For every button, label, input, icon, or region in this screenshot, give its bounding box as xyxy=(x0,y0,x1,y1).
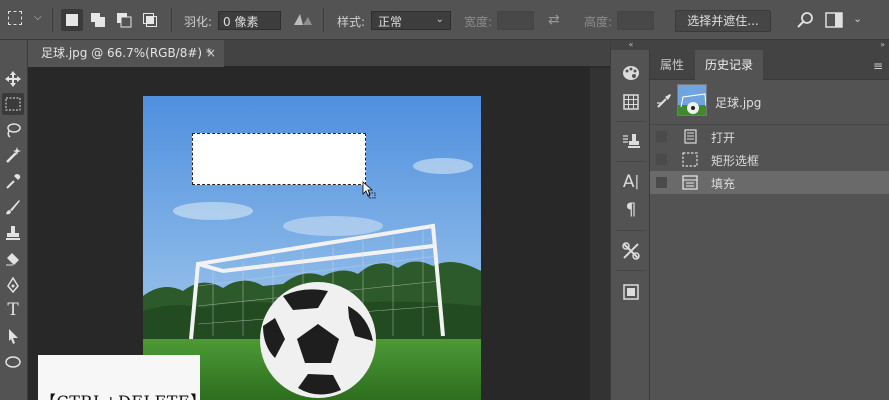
select-and-mask-button[interactable]: 选择并遮住... xyxy=(675,10,771,32)
history-source-checkbox[interactable] xyxy=(656,177,667,188)
tab-history[interactable]: 历史记录 xyxy=(695,50,764,80)
height-label: 高度: xyxy=(584,15,613,29)
document-tab[interactable]: 足球.jpg @ 66.7%(RGB/8#) * × xyxy=(28,40,224,67)
history-state-open[interactable]: 打开 xyxy=(650,125,889,148)
divider xyxy=(617,121,645,122)
divider xyxy=(171,8,172,32)
lasso-tool-icon[interactable] xyxy=(2,119,24,141)
marquee-icon xyxy=(682,152,698,167)
style-label: 样式: xyxy=(337,15,366,29)
color-palette-icon[interactable] xyxy=(619,61,643,85)
workspace-icon[interactable] xyxy=(825,11,843,32)
paragraph-icon[interactable]: ¶ xyxy=(619,198,643,222)
history-source-checkbox[interactable] xyxy=(656,131,667,142)
snapshot-thumbnail xyxy=(677,84,707,116)
divider xyxy=(617,161,645,162)
document-tab-bar: 足球.jpg @ 66.7%(RGB/8#) * × xyxy=(28,40,610,67)
anti-alias-icon[interactable] xyxy=(293,12,313,29)
style-select[interactable]: 正常 ⌄ xyxy=(371,11,451,30)
fill-icon xyxy=(682,175,698,190)
history-brush-source-icon[interactable] xyxy=(656,93,672,112)
tab-properties[interactable]: 属性 xyxy=(650,50,694,80)
options-bar: ⌵ 羽化: 0 像素 样式: 正常 ⌄ 宽度: ⇄ 高度: 选择并遮住... ⌄ xyxy=(0,0,889,40)
shortcut-hint-overlay: 【CTRL+DELETE】 xyxy=(38,355,206,400)
collapse-icon[interactable]: » xyxy=(650,40,889,50)
eraser-tool-icon[interactable] xyxy=(2,248,24,270)
shortcut-hint-text: 【CTRL+DELETE】 xyxy=(40,388,207,400)
document-icon xyxy=(682,129,698,144)
search-icon[interactable] xyxy=(797,11,815,32)
type-tool-icon[interactable]: T xyxy=(2,299,24,321)
move-tool-icon[interactable] xyxy=(2,68,24,90)
chevron-down-icon: ⌄ xyxy=(435,14,444,25)
canvas-scroll-region xyxy=(590,68,610,400)
eyedropper-tool-icon[interactable] xyxy=(2,170,24,192)
history-state-marquee[interactable]: 矩形选框 xyxy=(650,148,889,171)
clone-stamp-tool-icon[interactable] xyxy=(2,222,24,244)
add-to-selection-button[interactable] xyxy=(87,9,109,31)
rectangular-selection[interactable] xyxy=(192,133,366,185)
subtract-from-selection-button[interactable] xyxy=(113,9,135,31)
panel-icon-column: « A | ¶ xyxy=(610,40,651,400)
divider xyxy=(52,8,53,32)
snapshot-name: 足球.jpg xyxy=(715,96,762,110)
swatches-grid-icon[interactable] xyxy=(619,90,643,114)
panel-menu-icon[interactable]: ≡ xyxy=(873,59,883,73)
rectangle-marquee-tool-icon[interactable] xyxy=(2,93,24,115)
history-source-checkbox[interactable] xyxy=(656,154,667,165)
document-title: 足球.jpg @ 66.7%(RGB/8#) * xyxy=(41,46,212,60)
divider xyxy=(323,8,324,32)
history-state-fill[interactable]: 填充 xyxy=(650,171,889,194)
width-label: 宽度: xyxy=(464,15,493,29)
style-value: 正常 xyxy=(378,15,403,29)
rectangle-marquee-preset-icon[interactable] xyxy=(8,11,22,25)
history-state-name: 矩形选框 xyxy=(711,154,760,168)
divider xyxy=(617,230,645,231)
history-panel: » 属性 历史记录 ≡ 足球.jpg 打开 矩形选框 填充 xyxy=(650,40,889,400)
tools-panel: T xyxy=(0,40,28,400)
ellipse-tool-icon[interactable] xyxy=(2,350,24,372)
height-input[interactable] xyxy=(617,11,654,30)
character-icon[interactable]: A | xyxy=(619,170,643,194)
history-state-name: 填充 xyxy=(711,177,736,191)
layer-comps-icon[interactable] xyxy=(619,280,643,304)
collapse-icon[interactable]: « xyxy=(611,40,651,50)
marquee-cursor-icon xyxy=(362,181,378,202)
panel-tabs: 属性 历史记录 ≡ xyxy=(650,50,889,80)
history-state-name: 打开 xyxy=(711,131,736,145)
close-icon[interactable]: × xyxy=(206,40,216,67)
chevron-down-icon[interactable]: ⌄ xyxy=(853,12,862,25)
swap-icon[interactable]: ⇄ xyxy=(548,12,560,28)
history-snapshot[interactable]: 足球.jpg xyxy=(650,81,889,125)
magic-wand-tool-icon[interactable] xyxy=(2,144,24,166)
feather-input[interactable]: 0 像素 xyxy=(218,11,281,30)
divider xyxy=(617,270,645,271)
intersect-selection-button[interactable] xyxy=(139,9,161,31)
width-input[interactable] xyxy=(497,11,534,30)
pen-tool-icon[interactable] xyxy=(2,274,24,296)
brush-tool-icon[interactable] xyxy=(2,196,24,218)
path-selection-tool-icon[interactable] xyxy=(2,325,24,347)
chevron-down-icon[interactable]: ⌵ xyxy=(34,12,42,23)
feather-label: 羽化: xyxy=(184,15,213,29)
tool-presets-icon[interactable] xyxy=(619,239,643,263)
clone-source-icon[interactable] xyxy=(619,130,643,154)
new-selection-button[interactable] xyxy=(61,9,83,31)
